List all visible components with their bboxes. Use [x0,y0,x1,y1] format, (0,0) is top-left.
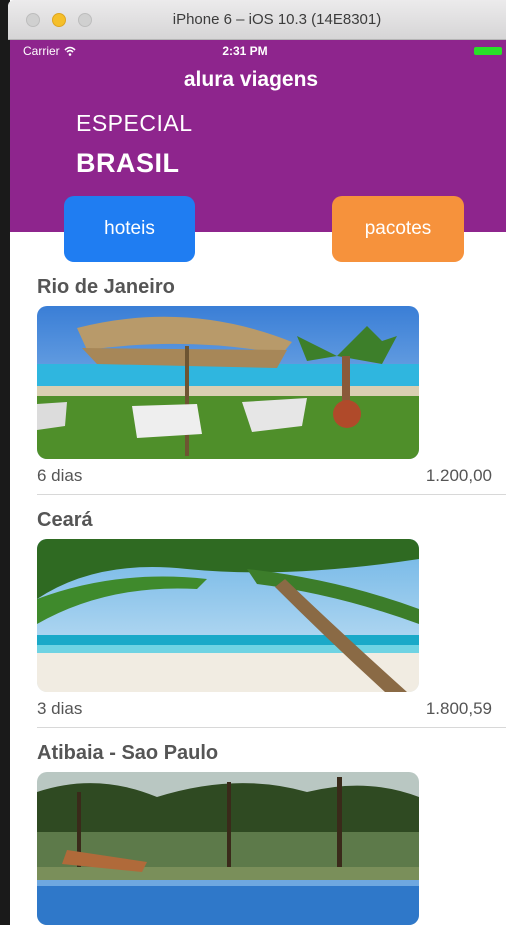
package-card[interactable]: Atibaia - Sao Paulo [10,736,506,925]
package-card[interactable]: Rio de Janeiro 6 dias 1.200,00 [10,270,506,503]
window-title: iPhone 6 – iOS 10.3 (14E8301) [172,11,382,28]
package-days: 6 dias [37,466,83,485]
pool-umbrella-photo [37,306,419,459]
status-bar: Carrier 2:31 PM [10,40,506,60]
simulator-title-bar: iPhone 6 – iOS 10.3 (14E8301) [8,0,506,40]
forest-pool-photo [37,772,419,925]
package-price: 1.800,59 [425,699,492,718]
app-title: alura viagens [183,68,319,91]
beach-palm-photo [37,539,419,692]
hotels-button[interactable]: hoteis [64,196,195,262]
package-days: 3 dias [37,699,83,718]
package-title: Rio de Janeiro [37,276,175,298]
package-price: 1.200,00 [425,466,492,485]
status-time: 2:31 PM [222,44,268,58]
simulator-frame [0,0,10,925]
package-card[interactable]: Ceará 3 dias 1.800,59 [10,503,506,736]
package-title: Ceará [37,509,93,531]
row-divider [37,494,506,495]
special-kicker: ESPECIAL [76,110,193,136]
package-title: Atibaia - Sao Paulo [37,742,219,764]
battery-icon [474,47,502,55]
packages-button[interactable]: pacotes [332,196,464,262]
packages-list[interactable]: Rio de Janeiro 6 dias 1.200,00 Ceará 3 d… [10,270,506,925]
row-divider [37,727,506,728]
destination-headline: BRASIL [76,148,180,178]
